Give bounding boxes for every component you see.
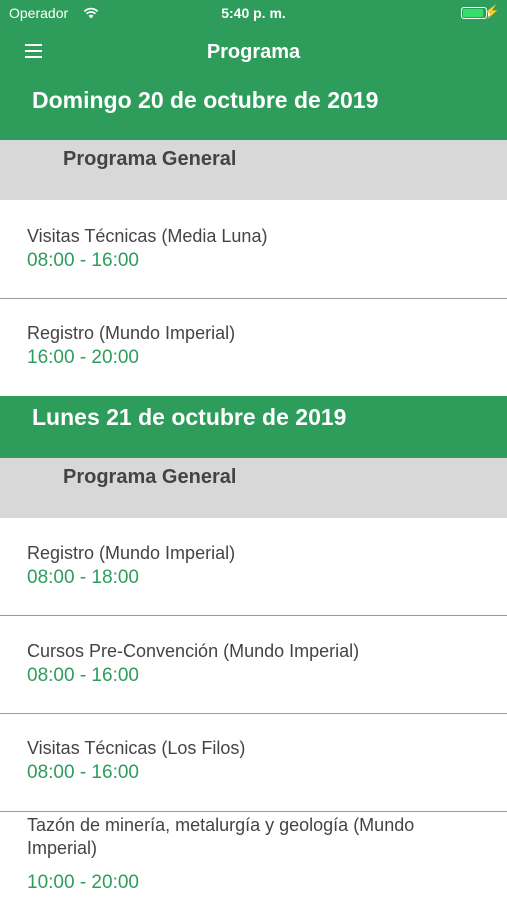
- event-name: Tazón de minería, metalurgía y geología …: [27, 815, 415, 858]
- list-item[interactable]: Cursos Pre-Convención (Mundo Imperial) 0…: [0, 616, 507, 713]
- section-title: Programa General: [63, 466, 237, 488]
- section-header: Programa General: [0, 458, 507, 518]
- event-name: Cursos Pre-Convención (Mundo Imperial): [27, 641, 360, 661]
- day-title: Domingo 20 de octubre de 2019: [32, 87, 379, 113]
- list-item[interactable]: Tazón de minería, metalurgía y geología …: [0, 812, 507, 900]
- list-item[interactable]: Registro (Mundo Imperial) 16:00 - 20:00: [0, 299, 507, 396]
- day-header: Lunes 21 de octubre de 2019: [0, 396, 507, 458]
- section-title: Programa General: [63, 148, 237, 170]
- event-name: Visitas Técnicas (Media Luna): [27, 226, 268, 246]
- event-time: 08:00 - 18:00: [27, 567, 139, 588]
- list-item[interactable]: Visitas Técnicas (Los Filos) 08:00 - 16:…: [0, 714, 507, 811]
- event-time: 10:00 - 20:00: [27, 872, 139, 893]
- event-time: 08:00 - 16:00: [27, 762, 139, 783]
- page-title: Programa: [206, 41, 301, 63]
- status-bar: Operador 5:40 p. m. ⚡: [0, 0, 507, 30]
- event-name: Visitas Técnicas (Los Filos): [27, 738, 246, 758]
- day-header: Domingo 20 de octubre de 2019: [0, 80, 507, 140]
- day-title: Lunes 21 de octubre de 2019: [32, 404, 347, 430]
- charging-bolt-icon: ⚡: [483, 4, 500, 19]
- event-time: 16:00 - 20:00: [27, 347, 139, 368]
- event-time: 08:00 - 16:00: [27, 250, 139, 271]
- event-time: 08:00 - 16:00: [27, 665, 139, 686]
- nav-bar: Programa: [0, 30, 507, 80]
- event-name: Registro (Mundo Imperial): [27, 543, 236, 563]
- section-header: Programa General: [0, 140, 507, 200]
- list-item[interactable]: Visitas Técnicas (Media Luna) 08:00 - 16…: [0, 200, 507, 298]
- list-item[interactable]: Registro (Mundo Imperial) 08:00 - 18:00: [0, 518, 507, 615]
- event-name: Registro (Mundo Imperial): [27, 323, 236, 343]
- status-time: 5:40 p. m.: [221, 5, 286, 21]
